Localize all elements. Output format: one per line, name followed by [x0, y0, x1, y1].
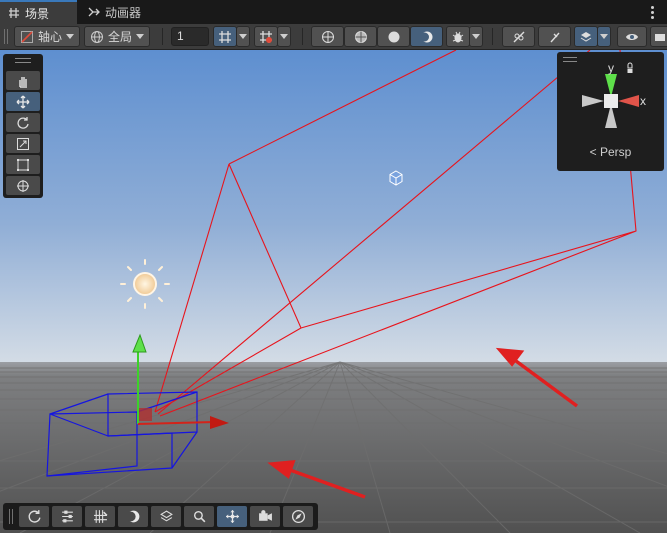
rotate-tool[interactable] [6, 113, 40, 132]
y-axis-cone [605, 74, 617, 97]
separator [492, 28, 493, 45]
orientation-gizmo[interactable]: y x < Persp [557, 52, 664, 171]
rotate-icon [17, 116, 29, 129]
debug-draw-button[interactable] [446, 26, 470, 47]
global-label: 全局 [107, 30, 132, 44]
projection-toggle[interactable]: < Persp [557, 145, 664, 159]
chevron-down-icon [280, 34, 288, 39]
lighting-toggle-button[interactable] [538, 26, 571, 47]
orbit-icon [28, 510, 41, 523]
camera-button[interactable] [250, 506, 280, 527]
chevron-down-icon [239, 34, 247, 39]
light-slash-icon [549, 32, 560, 42]
tab-bar: 场景 动画器 [0, 0, 667, 24]
panel-grip[interactable] [15, 58, 31, 63]
layers-icon [159, 510, 173, 522]
orbit-button[interactable] [19, 506, 49, 527]
pivot-dropdown[interactable]: 轴心 [14, 26, 80, 47]
unlit-button[interactable] [410, 26, 443, 47]
moon-icon [419, 31, 432, 42]
scale-icon [17, 137, 29, 150]
tab-scene-label: 场景 [25, 6, 50, 21]
layers-icon [580, 31, 592, 42]
toolbar-grip[interactable] [9, 509, 13, 524]
pivot-icon [20, 30, 33, 43]
grid-snap-icon [219, 30, 231, 43]
eye-icon [626, 33, 638, 40]
compass-button[interactable] [283, 506, 313, 527]
grid-dropdown[interactable] [236, 26, 250, 47]
shading-button[interactable] [118, 506, 148, 527]
move-icon [16, 95, 30, 108]
move-tool-icon [225, 510, 239, 523]
persp-icon: < [589, 145, 597, 159]
layers-button[interactable] [151, 506, 181, 527]
lock-icon [627, 62, 633, 69]
tab-animator-label: 动画器 [105, 5, 142, 20]
grid-toggle-button[interactable] [213, 26, 237, 47]
pivot-label: 轴心 [37, 30, 62, 44]
hand-tool[interactable] [6, 71, 40, 90]
more-menu-icon[interactable] [645, 4, 659, 20]
bug-icon [452, 31, 464, 42]
snap-toggle-button[interactable] [254, 26, 278, 47]
grid-icon [9, 8, 19, 18]
scale-tool[interactable] [6, 134, 40, 153]
sliders-icon [61, 510, 73, 523]
sliders-button[interactable] [52, 506, 82, 527]
move-tool[interactable] [6, 92, 40, 111]
2d-icon [513, 31, 524, 42]
y-axis-label: y [608, 61, 614, 75]
chevron-down-icon [66, 34, 74, 39]
tab-animator[interactable]: 动画器 [80, 0, 149, 24]
wireframe-sphere-icon [321, 30, 334, 43]
rect-tool[interactable] [6, 155, 40, 174]
global-dropdown[interactable]: 全局 [84, 26, 150, 47]
scene-effects-button[interactable] [574, 26, 598, 47]
globe-icon [90, 30, 103, 43]
x-axis-label: x [640, 94, 646, 108]
search-icon [193, 510, 205, 523]
snap-dropdown[interactable] [277, 26, 291, 47]
camera-settings-button[interactable] [650, 26, 667, 47]
projection-label: Persp [600, 145, 632, 159]
camera-icon [258, 510, 272, 521]
rect-icon [17, 158, 29, 171]
chevron-down-icon [472, 34, 480, 39]
move-tool-button[interactable] [217, 506, 247, 527]
shaded-button[interactable] [377, 26, 410, 47]
debug-dropdown[interactable] [469, 26, 483, 47]
hand-icon [19, 76, 27, 88]
search-button[interactable] [184, 506, 214, 527]
separator [162, 28, 163, 45]
scene-toolbar: 轴心 全局 1 [0, 24, 667, 50]
tools-overlay [3, 54, 43, 198]
transform-icon [17, 179, 29, 192]
grid-snap-icon [93, 510, 107, 523]
toolbar-grip[interactable] [4, 29, 8, 44]
shaded-sphere-icon [388, 31, 399, 42]
transform-tool[interactable] [6, 176, 40, 195]
chevron-down-icon [600, 34, 608, 39]
x-axis-cone [618, 95, 639, 107]
scene-effects-dropdown[interactable] [597, 26, 611, 47]
compass-icon [291, 509, 305, 524]
visibility-button[interactable] [617, 26, 647, 47]
animator-icon [88, 7, 100, 17]
separator [302, 28, 303, 45]
2d-mode-button[interactable] [502, 26, 535, 47]
tab-scene[interactable]: 场景 [0, 0, 77, 24]
bottom-overlay-toolbar [3, 503, 318, 530]
cube-icon[interactable] [389, 170, 403, 186]
camera-icon [655, 33, 665, 41]
neg-x-axis-cone [582, 95, 604, 107]
wireframe-shading-button[interactable] [311, 26, 344, 47]
shading-icon [125, 510, 139, 523]
shaded-wireframe-button[interactable] [344, 26, 377, 47]
grid-snap-button[interactable] [85, 506, 115, 527]
grid-size-field[interactable]: 1 [171, 27, 209, 46]
chevron-down-icon [136, 34, 144, 39]
snap-icon [260, 30, 272, 43]
shaded-wire-sphere-icon [354, 30, 367, 43]
